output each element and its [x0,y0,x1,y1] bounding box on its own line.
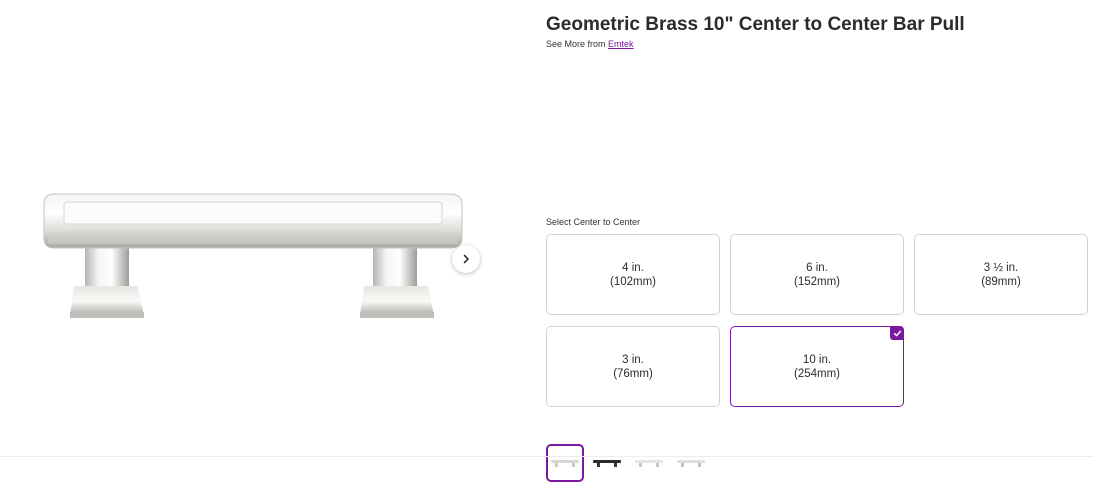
option-metric: (152mm) [793,275,840,288]
option-size: 3 in. [622,353,644,366]
see-more-line: See More from Emtek [546,39,634,49]
option-size: 6 in. [806,261,828,274]
option-metric: (102mm) [609,275,656,288]
thumbnail-polished-nickel[interactable] [546,444,584,482]
chevron-right-icon [463,254,470,264]
thumbnail-oil-rubbed-bronze[interactable] [588,444,626,482]
option-metric: (89mm) [981,275,1021,288]
product-bar-pull-image [43,193,463,318]
brand-link[interactable]: Emtek [608,39,634,49]
option-size: 3 ½ in. [983,261,1019,274]
see-more-prefix: See More from [546,39,606,49]
option-size: 4 in. [622,261,644,274]
option-3-5-in[interactable]: 3 ½ in. (89mm) [914,234,1088,315]
bar-pull-thumbnail-icon [551,460,579,467]
option-4-in[interactable]: 4 in. (102mm) [546,234,720,315]
thumbnail-satin-nickel-alt[interactable] [672,444,710,482]
thumbnail-strip [546,442,710,484]
next-image-button[interactable] [452,245,480,273]
product-image [30,178,470,328]
divider [0,456,1093,457]
bar-pull-thumbnail-icon [635,460,663,467]
option-10-in[interactable]: 10 in. (254mm) [730,326,904,407]
selected-check-icon [890,326,904,340]
bar-pull-thumbnail-icon [677,460,705,467]
thumbnail-satin-nickel[interactable] [630,444,668,482]
center-to-center-label: Select Center to Center [546,217,641,227]
option-3-in[interactable]: 3 in. (76mm) [546,326,720,407]
option-metric: (76mm) [613,367,653,380]
option-size: 10 in. [802,353,832,366]
option-6-in[interactable]: 6 in. (152mm) [730,234,904,315]
bar-pull-thumbnail-icon [593,460,621,467]
option-metric: (254mm) [793,367,840,380]
product-title: Geometric Brass 10" Center to Center Bar… [546,14,965,35]
